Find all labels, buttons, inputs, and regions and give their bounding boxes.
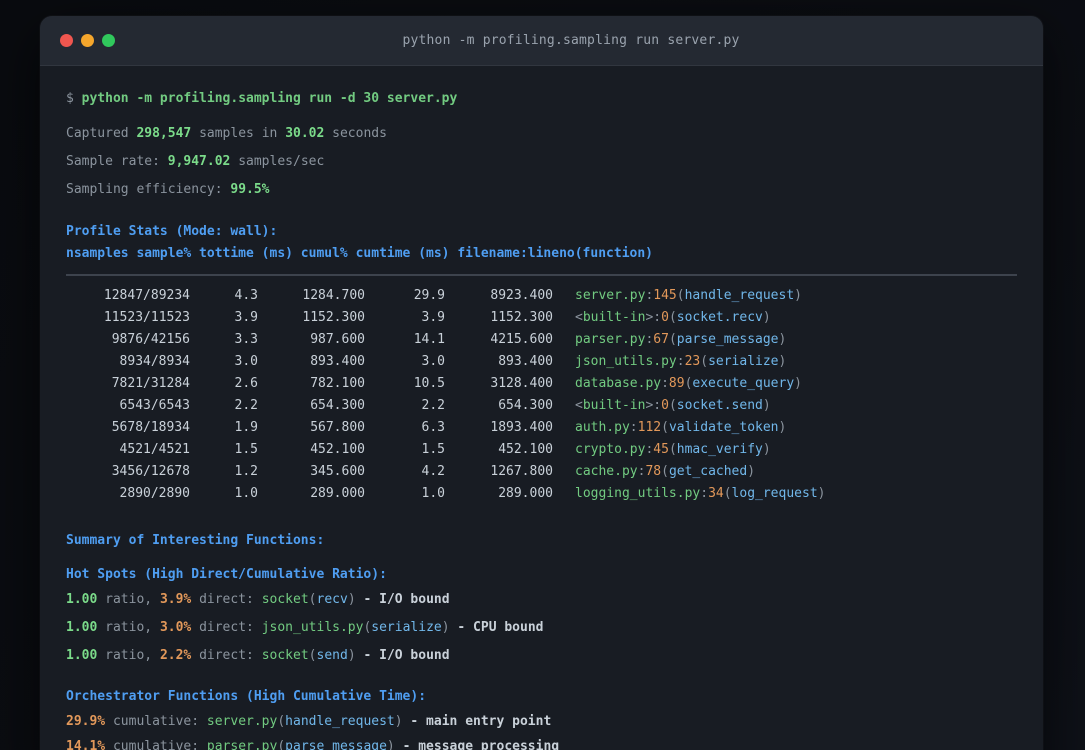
table-row: 11523/11523 3.9 1152.300 3.9 1152.300 <built-… (66, 307, 1017, 329)
table-row: 6543/6543 2.2 654.300 2.2 654.300 <built-in>:… (66, 395, 1017, 417)
summary-heading: Summary of Interesting Functions: (66, 533, 325, 548)
table-row: 7821/31284 2.6 782.100 10.5 3128.400 database… (66, 373, 1017, 395)
command-line: $ python -m profiling.sampling run -d 30… (66, 88, 1017, 110)
samples-count: 298,547 (136, 126, 192, 141)
function-location: parser.py:67(parse_message) (575, 332, 787, 347)
function-location: auth.py:112(validate_token) (575, 420, 787, 435)
function-location: logging_utils.py:34(log_request) (575, 486, 826, 501)
titlebar[interactable]: python -m profiling.sampling run server.… (40, 16, 1043, 66)
profile-stats-heading: Profile Stats (Mode: wall): (66, 224, 278, 239)
close-button[interactable] (60, 34, 73, 47)
table-row: 5678/18934 1.9 567.800 6.3 1893.400 auth.py:1… (66, 417, 1017, 439)
table-row: 4521/4521 1.5 452.100 1.5 452.100 crypto.py:4… (66, 439, 1017, 461)
zoom-button[interactable] (102, 34, 115, 47)
prompt-symbol: $ (66, 91, 74, 106)
table-row: 2890/2890 1.0 289.000 1.0 289.000 logging_uti… (66, 483, 1017, 505)
orchestrator-heading: Orchestrator Functions (High Cumulative … (66, 689, 427, 704)
table-row: 9876/42156 3.3 987.600 14.1 4215.600 parser.p… (66, 329, 1017, 351)
hot-spots-heading: Hot Spots (High Direct/Cumulative Ratio)… (66, 567, 387, 582)
minimize-button[interactable] (81, 34, 94, 47)
function-location: server.py:145(handle_request) (575, 288, 802, 303)
window-title: python -m profiling.sampling run server.… (402, 33, 740, 48)
command-text: python -m profiling.sampling run -d 30 s… (81, 91, 458, 106)
traffic-lights (40, 34, 129, 47)
table-row: 3456/12678 1.2 345.600 4.2 1267.800 cache.py:… (66, 461, 1017, 483)
function-location: crypto.py:45(hmac_verify) (575, 442, 771, 457)
hot-spot-item: 1.00 ratio, 3.9% direct: socket(recv) - … (66, 592, 450, 607)
duration-seconds: 30.02 (285, 126, 325, 141)
captured-stat: Captured 298,547 samples in 30.02 second… (66, 126, 387, 141)
table-row: 12847/89234 4.3 1284.700 29.9 8923.400 server… (66, 285, 1017, 307)
table-divider (66, 274, 1017, 276)
sample-rate-value: 9,947.02 (167, 154, 231, 169)
efficiency-value: 99.5% (230, 182, 270, 197)
desktop-background: python -m profiling.sampling run server.… (0, 0, 1085, 750)
function-location: cache.py:78(get_cached) (575, 464, 756, 479)
terminal-output[interactable]: $ python -m profiling.sampling run -d 30… (40, 66, 1043, 750)
table-row: 8934/8934 3.0 893.400 3.0 893.400 json_utils.… (66, 351, 1017, 373)
orchestrator-item: 14.1% cumulative: parser.py(parse_messag… (66, 739, 560, 750)
efficiency-stat: Sampling efficiency: 99.5% (66, 182, 270, 197)
function-location: <built-in>:0(socket.send) (575, 398, 771, 413)
profile-table: 12847/89234 4.3 1284.700 29.9 8923.400 server… (66, 285, 1017, 505)
function-location: database.py:89(execute_query) (575, 376, 802, 391)
hot-spot-item: 1.00 ratio, 2.2% direct: socket(send) - … (66, 648, 450, 663)
terminal-window: python -m profiling.sampling run server.… (40, 16, 1043, 750)
orchestrator-item: 29.9% cumulative: server.py(handle_reque… (66, 714, 552, 729)
sample-rate-stat: Sample rate: 9,947.02 samples/sec (66, 154, 325, 169)
hot-spot-item: 1.00 ratio, 3.0% direct: json_utils.py(s… (66, 620, 544, 635)
table-columns-header: nsamples sample% tottime (ms) cumul% cum… (66, 246, 653, 261)
function-location: <built-in>:0(socket.recv) (575, 310, 771, 325)
function-location: json_utils.py:23(serialize) (575, 354, 787, 369)
